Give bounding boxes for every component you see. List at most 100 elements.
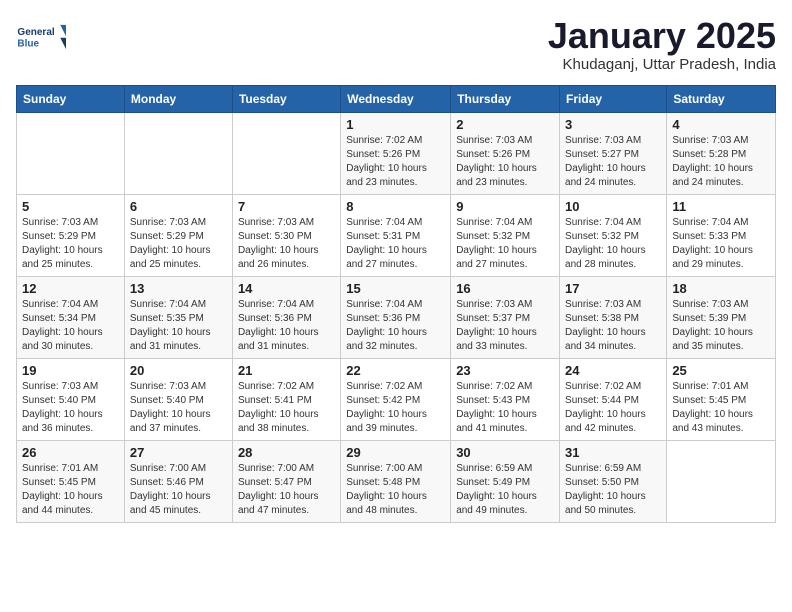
calendar-cell: 9 Sunrise: 7:04 AM Sunset: 5:32 PM Daylig… <box>451 194 560 276</box>
day-number: 7 <box>238 199 335 214</box>
week-row-1: 1 Sunrise: 7:02 AM Sunset: 5:26 PM Daylig… <box>17 112 776 194</box>
day-info: Sunrise: 7:03 AM Sunset: 5:29 PM Dayligh… <box>22 216 119 272</box>
header-cell-wednesday: Wednesday <box>341 85 451 112</box>
svg-text:General: General <box>17 27 54 38</box>
day-number: 12 <box>22 281 119 296</box>
day-number: 18 <box>672 281 770 296</box>
calendar-cell: 1 Sunrise: 7:02 AM Sunset: 5:26 PM Daylig… <box>341 112 451 194</box>
calendar-cell: 13 Sunrise: 7:04 AM Sunset: 5:35 PM Dayli… <box>124 276 232 358</box>
day-info: Sunrise: 7:04 AM Sunset: 5:32 PM Dayligh… <box>456 216 554 272</box>
day-info: Sunrise: 7:01 AM Sunset: 5:45 PM Dayligh… <box>672 380 770 436</box>
day-info: Sunrise: 7:03 AM Sunset: 5:38 PM Dayligh… <box>565 298 661 354</box>
day-number: 31 <box>565 445 661 460</box>
calendar-cell: 31 Sunrise: 6:59 AM Sunset: 5:50 PM Dayli… <box>560 440 667 522</box>
day-number: 5 <box>22 199 119 214</box>
day-number: 10 <box>565 199 661 214</box>
day-number: 19 <box>22 363 119 378</box>
calendar-cell <box>667 440 776 522</box>
day-number: 13 <box>130 281 227 296</box>
day-info: Sunrise: 7:03 AM Sunset: 5:40 PM Dayligh… <box>130 380 227 436</box>
logo: General Blue <box>16 16 66 58</box>
calendar-cell <box>232 112 340 194</box>
header-cell-sunday: Sunday <box>17 85 125 112</box>
day-number: 15 <box>346 281 445 296</box>
day-number: 20 <box>130 363 227 378</box>
calendar-cell: 22 Sunrise: 7:02 AM Sunset: 5:42 PM Dayli… <box>341 358 451 440</box>
day-info: Sunrise: 7:04 AM Sunset: 5:36 PM Dayligh… <box>346 298 445 354</box>
day-info: Sunrise: 7:00 AM Sunset: 5:46 PM Dayligh… <box>130 462 227 518</box>
calendar-cell: 2Sunrise: 7:03 AM Sunset: 5:26 PM Daylig… <box>451 112 560 194</box>
day-number: 26 <box>22 445 119 460</box>
header-cell-tuesday: Tuesday <box>232 85 340 112</box>
calendar-cell: 19 Sunrise: 7:03 AM Sunset: 5:40 PM Dayli… <box>17 358 125 440</box>
title-block: January 2025 Khudaganj, Uttar Pradesh, I… <box>548 16 776 73</box>
day-number: 16 <box>456 281 554 296</box>
day-info: Sunrise: 6:59 AM Sunset: 5:50 PM Dayligh… <box>565 462 661 518</box>
day-info: Sunrise: 7:02 AM Sunset: 5:41 PM Dayligh… <box>238 380 335 436</box>
calendar-cell: 20 Sunrise: 7:03 AM Sunset: 5:40 PM Dayli… <box>124 358 232 440</box>
calendar-cell: 6 Sunrise: 7:03 AM Sunset: 5:29 PM Daylig… <box>124 194 232 276</box>
day-info: Sunrise: 7:04 AM Sunset: 5:35 PM Dayligh… <box>130 298 227 354</box>
week-row-4: 19 Sunrise: 7:03 AM Sunset: 5:40 PM Dayli… <box>17 358 776 440</box>
header-cell-friday: Friday <box>560 85 667 112</box>
day-info: Sunrise: 7:02 AM Sunset: 5:26 PM Dayligh… <box>346 134 445 190</box>
logo-svg: General Blue <box>16 16 66 58</box>
day-info: Sunrise: 7:03 AM Sunset: 5:40 PM Dayligh… <box>22 380 119 436</box>
calendar-cell: 24Sunrise: 7:02 AM Sunset: 5:44 PM Dayli… <box>560 358 667 440</box>
day-number: 28 <box>238 445 335 460</box>
calendar-cell: 3Sunrise: 7:03 AM Sunset: 5:27 PM Daylig… <box>560 112 667 194</box>
day-number: 23 <box>456 363 554 378</box>
day-info: Sunrise: 7:04 AM Sunset: 5:31 PM Dayligh… <box>346 216 445 272</box>
day-info: Sunrise: 7:01 AM Sunset: 5:45 PM Dayligh… <box>22 462 119 518</box>
month-title: January 2025 <box>548 16 776 56</box>
calendar-cell: 10 Sunrise: 7:04 AM Sunset: 5:32 PM Dayli… <box>560 194 667 276</box>
day-info: Sunrise: 7:02 AM Sunset: 5:42 PM Dayligh… <box>346 380 445 436</box>
day-number: 30 <box>456 445 554 460</box>
header-cell-thursday: Thursday <box>451 85 560 112</box>
day-number: 6 <box>130 199 227 214</box>
calendar-cell: 23 Sunrise: 7:02 AM Sunset: 5:43 PM Dayli… <box>451 358 560 440</box>
day-info: Sunrise: 7:04 AM Sunset: 5:34 PM Dayligh… <box>22 298 119 354</box>
day-number: 24 <box>565 363 661 378</box>
calendar-cell: 15 Sunrise: 7:04 AM Sunset: 5:36 PM Dayli… <box>341 276 451 358</box>
calendar-cell: 11 Sunrise: 7:04 AM Sunset: 5:33 PM Dayli… <box>667 194 776 276</box>
day-info: Sunrise: 7:03 AM Sunset: 5:26 PM Dayligh… <box>456 134 554 190</box>
day-number: 22 <box>346 363 445 378</box>
day-number: 21 <box>238 363 335 378</box>
day-info: Sunrise: 7:03 AM Sunset: 5:27 PM Dayligh… <box>565 134 661 190</box>
calendar-cell <box>17 112 125 194</box>
week-row-2: 5 Sunrise: 7:03 AM Sunset: 5:29 PM Daylig… <box>17 194 776 276</box>
day-info: Sunrise: 7:02 AM Sunset: 5:43 PM Dayligh… <box>456 380 554 436</box>
calendar-cell: 30 Sunrise: 6:59 AM Sunset: 5:49 PM Dayli… <box>451 440 560 522</box>
calendar-cell: 5 Sunrise: 7:03 AM Sunset: 5:29 PM Daylig… <box>17 194 125 276</box>
week-row-3: 12 Sunrise: 7:04 AM Sunset: 5:34 PM Dayli… <box>17 276 776 358</box>
day-info: Sunrise: 7:03 AM Sunset: 5:30 PM Dayligh… <box>238 216 335 272</box>
calendar-cell: 21 Sunrise: 7:02 AM Sunset: 5:41 PM Dayli… <box>232 358 340 440</box>
day-number: 11 <box>672 199 770 214</box>
day-number: 14 <box>238 281 335 296</box>
calendar-cell: 12 Sunrise: 7:04 AM Sunset: 5:34 PM Dayli… <box>17 276 125 358</box>
svg-text:Blue: Blue <box>17 38 39 49</box>
calendar-cell: 8 Sunrise: 7:04 AM Sunset: 5:31 PM Daylig… <box>341 194 451 276</box>
day-info: Sunrise: 6:59 AM Sunset: 5:49 PM Dayligh… <box>456 462 554 518</box>
calendar-cell: 26 Sunrise: 7:01 AM Sunset: 5:45 PM Dayli… <box>17 440 125 522</box>
location-subtitle: Khudaganj, Uttar Pradesh, India <box>548 56 776 73</box>
calendar-cell <box>124 112 232 194</box>
day-number: 9 <box>456 199 554 214</box>
calendar-cell: 25Sunrise: 7:01 AM Sunset: 5:45 PM Dayli… <box>667 358 776 440</box>
calendar-cell: 17Sunrise: 7:03 AM Sunset: 5:38 PM Dayli… <box>560 276 667 358</box>
calendar-table: SundayMondayTuesdayWednesdayThursdayFrid… <box>16 85 776 523</box>
day-info: Sunrise: 7:04 AM Sunset: 5:33 PM Dayligh… <box>672 216 770 272</box>
day-info: Sunrise: 7:03 AM Sunset: 5:29 PM Dayligh… <box>130 216 227 272</box>
day-info: Sunrise: 7:00 AM Sunset: 5:48 PM Dayligh… <box>346 462 445 518</box>
day-info: Sunrise: 7:03 AM Sunset: 5:39 PM Dayligh… <box>672 298 770 354</box>
calendar-cell: 14Sunrise: 7:04 AM Sunset: 5:36 PM Dayli… <box>232 276 340 358</box>
header-row: SundayMondayTuesdayWednesdayThursdayFrid… <box>17 85 776 112</box>
day-info: Sunrise: 7:04 AM Sunset: 5:32 PM Dayligh… <box>565 216 661 272</box>
calendar-cell: 28Sunrise: 7:00 AM Sunset: 5:47 PM Dayli… <box>232 440 340 522</box>
calendar-cell: 27Sunrise: 7:00 AM Sunset: 5:46 PM Dayli… <box>124 440 232 522</box>
page-header: General Blue January 2025 Khudaganj, Utt… <box>16 16 776 73</box>
week-row-5: 26 Sunrise: 7:01 AM Sunset: 5:45 PM Dayli… <box>17 440 776 522</box>
day-number: 8 <box>346 199 445 214</box>
day-number: 1 <box>346 117 445 132</box>
